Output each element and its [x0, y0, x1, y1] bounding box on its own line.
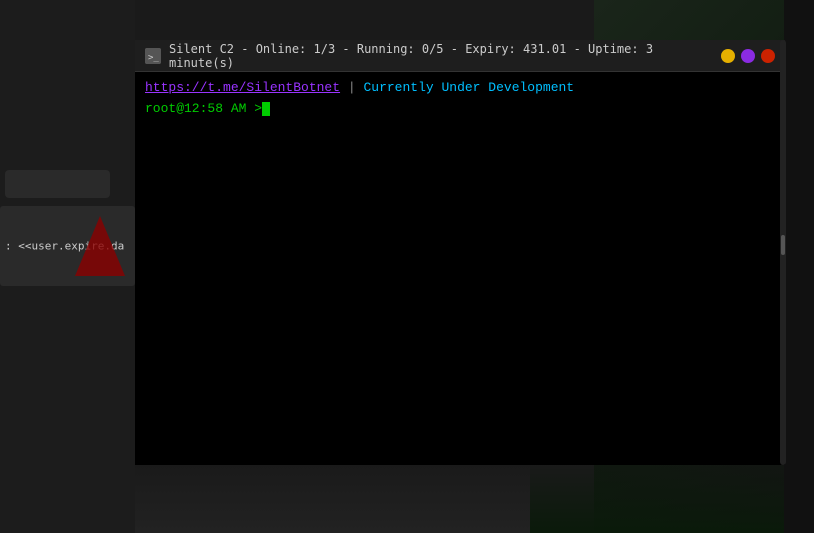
- svg-text:>_: >_: [148, 53, 159, 63]
- bottom-area: [135, 463, 530, 533]
- prompt-text: root@12:58 AM >: [145, 101, 262, 116]
- left-panel: : <<user.expire.da: [0, 206, 135, 286]
- scrollbar-handle[interactable]: [781, 235, 785, 255]
- left-ui-panel: : <<user.expire.da: [0, 170, 135, 286]
- terminal-cursor: [262, 102, 270, 116]
- close-button[interactable]: [761, 49, 775, 63]
- minimize-button[interactable]: [721, 49, 735, 63]
- terminal-scrollbar[interactable]: [780, 40, 786, 465]
- terminal-content[interactable]: https://t.me/SilentBotnet | Currently Un…: [135, 72, 785, 465]
- terminal-window: >_ Silent C2 - Online: 1/3 - Running: 0/…: [135, 40, 785, 465]
- terminal-icon: >_: [145, 48, 161, 64]
- pipe-separator: |: [348, 80, 364, 95]
- banner-text: Currently Under Development: [363, 80, 574, 95]
- right-sidebar-bg: [784, 0, 814, 533]
- titlebar-text: Silent C2 - Online: 1/3 - Running: 0/5 -…: [169, 42, 721, 70]
- titlebar-controls: [721, 49, 775, 63]
- telegram-link[interactable]: https://t.me/SilentBotnet: [145, 80, 340, 95]
- maximize-button[interactable]: [741, 49, 755, 63]
- terminal-banner-line: https://t.me/SilentBotnet | Currently Un…: [145, 80, 775, 95]
- titlebar: >_ Silent C2 - Online: 1/3 - Running: 0/…: [135, 40, 785, 72]
- terminal-prompt-line: root@12:58 AM >: [145, 101, 775, 116]
- left-input-bar[interactable]: [5, 170, 110, 198]
